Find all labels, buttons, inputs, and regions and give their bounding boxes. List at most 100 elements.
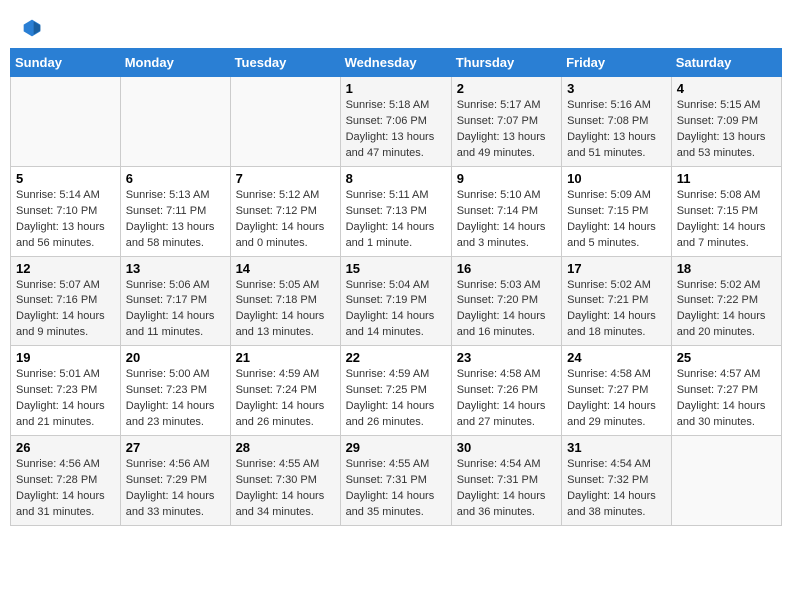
calendar-cell: 12 Sunrise: 5:07 AMSunset: 7:16 PMDayligh… [11, 256, 121, 346]
calendar-cell: 19Sunrise: 5:01 AMSunset: 7:23 PMDayligh… [11, 346, 121, 436]
calendar-cell: 2Sunrise: 5:17 AMSunset: 7:07 PMDaylight… [451, 77, 561, 167]
day-number: 30 [457, 440, 556, 455]
calendar-cell: 13 Sunrise: 5:06 AMSunset: 7:17 PMDayligh… [120, 256, 230, 346]
page-header [10, 10, 782, 43]
day-info: Sunrise: 4:57 AMSunset: 7:27 PMDaylight:… [677, 367, 776, 431]
day-info: Sunrise: 5:06 AMSunset: 7:17 PMDaylight:… [126, 278, 225, 342]
day-info: Sunrise: 4:55 AMSunset: 7:31 PMDaylight:… [346, 457, 446, 521]
calendar-week-row: 19Sunrise: 5:01 AMSunset: 7:23 PMDayligh… [11, 346, 782, 436]
calendar-cell: 22 Sunrise: 4:59 AMSunset: 7:25 PMDayligh… [340, 346, 451, 436]
day-number: 26 [16, 440, 115, 455]
day-number: 7 [236, 171, 335, 186]
calendar-cell: 11 Sunrise: 5:08 AMSunset: 7:15 PMDayligh… [671, 166, 781, 256]
calendar-cell: 27Sunrise: 4:56 AMSunset: 7:29 PMDayligh… [120, 436, 230, 526]
day-number: 13 [126, 261, 225, 276]
day-number: 8 [346, 171, 446, 186]
day-info: Sunrise: 5:00 AMSunset: 7:23 PMDaylight:… [126, 367, 225, 431]
weekday-header-thursday: Thursday [451, 49, 561, 77]
calendar-cell: 1 Sunrise: 5:18 AMSunset: 7:06 PMDaylight… [340, 77, 451, 167]
calendar-cell: 8 Sunrise: 5:11 AMSunset: 7:13 PMDaylight… [340, 166, 451, 256]
calendar-cell: 6 Sunrise: 5:13 AMSunset: 7:11 PMDaylight… [120, 166, 230, 256]
weekday-header-saturday: Saturday [671, 49, 781, 77]
day-number: 31 [567, 440, 666, 455]
calendar-table: SundayMondayTuesdayWednesdayThursdayFrid… [10, 48, 782, 526]
day-number: 20 [126, 350, 225, 365]
calendar-cell: 5Sunrise: 5:14 AMSunset: 7:10 PMDaylight… [11, 166, 121, 256]
day-number: 21 [236, 350, 335, 365]
day-info: Sunrise: 5:17 AMSunset: 7:07 PMDaylight:… [457, 98, 556, 162]
day-number: 18 [677, 261, 776, 276]
logo-icon [22, 18, 42, 38]
weekday-header-tuesday: Tuesday [230, 49, 340, 77]
day-info: Sunrise: 4:55 AMSunset: 7:30 PMDaylight:… [236, 457, 335, 521]
day-number: 1 [346, 81, 446, 96]
day-info: Sunrise: 5:10 AMSunset: 7:14 PMDaylight:… [457, 188, 556, 252]
calendar-cell: 24 Sunrise: 4:58 AMSunset: 7:27 PMDayligh… [562, 346, 672, 436]
day-number: 17 [567, 261, 666, 276]
calendar-cell: 29 Sunrise: 4:55 AMSunset: 7:31 PMDayligh… [340, 436, 451, 526]
day-number: 16 [457, 261, 556, 276]
calendar-cell [230, 77, 340, 167]
calendar-cell [120, 77, 230, 167]
calendar-week-row: 1 Sunrise: 5:18 AMSunset: 7:06 PMDaylight… [11, 77, 782, 167]
day-number: 15 [346, 261, 446, 276]
calendar-week-row: 5Sunrise: 5:14 AMSunset: 7:10 PMDaylight… [11, 166, 782, 256]
day-number: 6 [126, 171, 225, 186]
day-info: Sunrise: 4:54 AMSunset: 7:31 PMDaylight:… [457, 457, 556, 521]
day-info: Sunrise: 5:07 AMSunset: 7:16 PMDaylight:… [16, 278, 115, 342]
day-number: 11 [677, 171, 776, 186]
calendar-week-row: 26Sunrise: 4:56 AMSunset: 7:28 PMDayligh… [11, 436, 782, 526]
day-number: 12 [16, 261, 115, 276]
day-number: 23 [457, 350, 556, 365]
day-info: Sunrise: 5:01 AMSunset: 7:23 PMDaylight:… [16, 367, 115, 431]
day-info: Sunrise: 4:59 AMSunset: 7:25 PMDaylight:… [346, 367, 446, 431]
calendar-cell: 23 Sunrise: 4:58 AMSunset: 7:26 PMDayligh… [451, 346, 561, 436]
day-number: 22 [346, 350, 446, 365]
day-info: Sunrise: 5:13 AMSunset: 7:11 PMDaylight:… [126, 188, 225, 252]
calendar-cell [671, 436, 781, 526]
day-number: 24 [567, 350, 666, 365]
day-info: Sunrise: 5:05 AMSunset: 7:18 PMDaylight:… [236, 278, 335, 342]
weekday-header-row: SundayMondayTuesdayWednesdayThursdayFrid… [11, 49, 782, 77]
calendar-cell: 26Sunrise: 4:56 AMSunset: 7:28 PMDayligh… [11, 436, 121, 526]
day-number: 4 [677, 81, 776, 96]
calendar-cell: 28 Sunrise: 4:55 AMSunset: 7:30 PMDayligh… [230, 436, 340, 526]
day-info: Sunrise: 4:58 AMSunset: 7:27 PMDaylight:… [567, 367, 666, 431]
calendar-cell: 3Sunrise: 5:16 AMSunset: 7:08 PMDaylight… [562, 77, 672, 167]
day-info: Sunrise: 5:08 AMSunset: 7:15 PMDaylight:… [677, 188, 776, 252]
day-info: Sunrise: 5:18 AMSunset: 7:06 PMDaylight:… [346, 98, 446, 162]
day-info: Sunrise: 4:56 AMSunset: 7:29 PMDaylight:… [126, 457, 225, 521]
day-info: Sunrise: 5:02 AMSunset: 7:22 PMDaylight:… [677, 278, 776, 342]
day-info: Sunrise: 5:12 AMSunset: 7:12 PMDaylight:… [236, 188, 335, 252]
calendar-week-row: 12 Sunrise: 5:07 AMSunset: 7:16 PMDayligh… [11, 256, 782, 346]
day-info: Sunrise: 5:02 AMSunset: 7:21 PMDaylight:… [567, 278, 666, 342]
day-info: Sunrise: 5:03 AMSunset: 7:20 PMDaylight:… [457, 278, 556, 342]
calendar-cell: 20 Sunrise: 5:00 AMSunset: 7:23 PMDayligh… [120, 346, 230, 436]
calendar-cell: 10 Sunrise: 5:09 AMSunset: 7:15 PMDayligh… [562, 166, 672, 256]
calendar-cell: 21Sunrise: 4:59 AMSunset: 7:24 PMDayligh… [230, 346, 340, 436]
day-number: 28 [236, 440, 335, 455]
calendar-cell: 9 Sunrise: 5:10 AMSunset: 7:14 PMDaylight… [451, 166, 561, 256]
day-info: Sunrise: 5:09 AMSunset: 7:15 PMDaylight:… [567, 188, 666, 252]
weekday-header-monday: Monday [120, 49, 230, 77]
day-info: Sunrise: 5:16 AMSunset: 7:08 PMDaylight:… [567, 98, 666, 162]
day-info: Sunrise: 5:15 AMSunset: 7:09 PMDaylight:… [677, 98, 776, 162]
day-info: Sunrise: 5:04 AMSunset: 7:19 PMDaylight:… [346, 278, 446, 342]
day-number: 29 [346, 440, 446, 455]
weekday-header-sunday: Sunday [11, 49, 121, 77]
calendar-cell: 14Sunrise: 5:05 AMSunset: 7:18 PMDayligh… [230, 256, 340, 346]
day-number: 10 [567, 171, 666, 186]
weekday-header-wednesday: Wednesday [340, 49, 451, 77]
calendar-cell: 4 Sunrise: 5:15 AMSunset: 7:09 PMDaylight… [671, 77, 781, 167]
calendar-cell: 15 Sunrise: 5:04 AMSunset: 7:19 PMDayligh… [340, 256, 451, 346]
day-info: Sunrise: 5:11 AMSunset: 7:13 PMDaylight:… [346, 188, 446, 252]
calendar-cell: 25 Sunrise: 4:57 AMSunset: 7:27 PMDayligh… [671, 346, 781, 436]
calendar-cell: 18 Sunrise: 5:02 AMSunset: 7:22 PMDayligh… [671, 256, 781, 346]
calendar-cell: 16 Sunrise: 5:03 AMSunset: 7:20 PMDayligh… [451, 256, 561, 346]
day-info: Sunrise: 4:58 AMSunset: 7:26 PMDaylight:… [457, 367, 556, 431]
calendar-cell: 17 Sunrise: 5:02 AMSunset: 7:21 PMDayligh… [562, 256, 672, 346]
day-number: 25 [677, 350, 776, 365]
logo [20, 18, 46, 38]
day-info: Sunrise: 5:14 AMSunset: 7:10 PMDaylight:… [16, 188, 115, 252]
day-number: 9 [457, 171, 556, 186]
